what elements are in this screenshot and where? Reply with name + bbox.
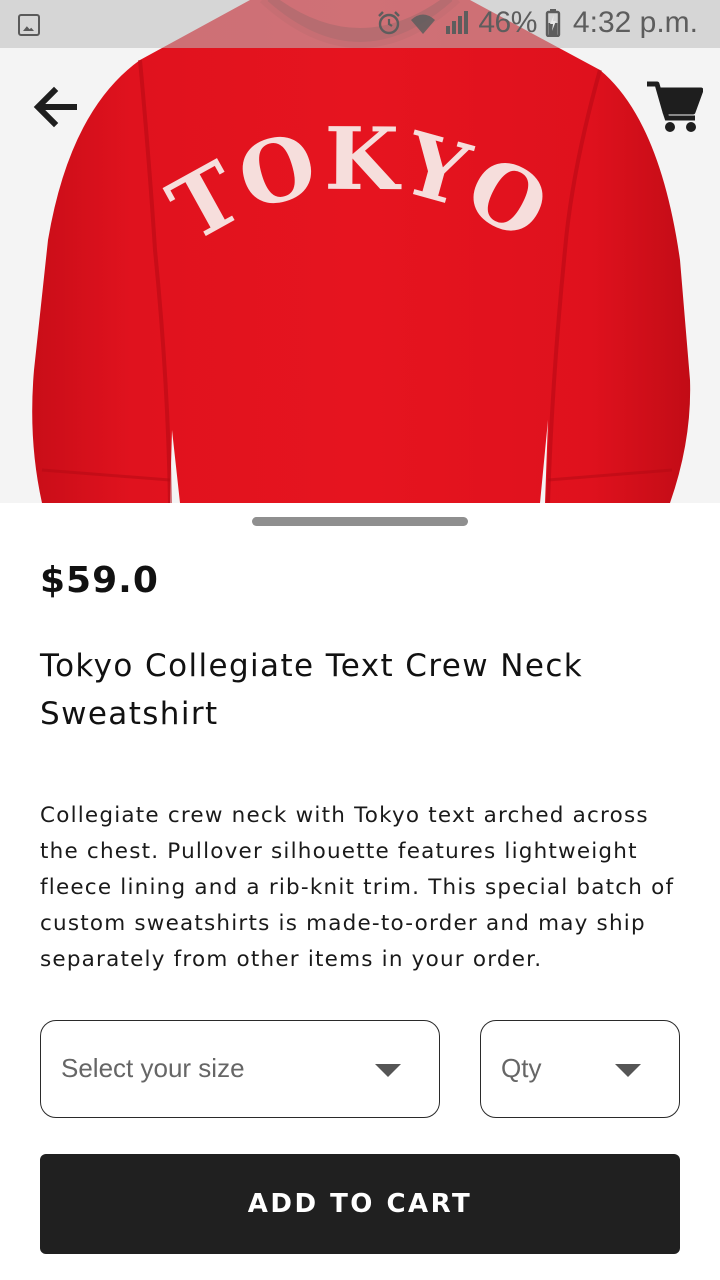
gallery-icon — [18, 14, 40, 36]
cart-button[interactable] — [645, 78, 704, 134]
size-select-label: Select your size — [61, 1053, 245, 1083]
qty-select[interactable]: Qty — [480, 1020, 680, 1118]
arrow-left-icon — [33, 86, 77, 128]
product-price: $59.0 — [40, 560, 159, 601]
caret-down-icon — [375, 1064, 401, 1077]
size-select[interactable]: Select your size — [40, 1020, 440, 1118]
sweatshirt-illustration: TOKYO — [32, 0, 691, 503]
product-image: TOKYO — [0, 0, 720, 503]
back-button[interactable] — [30, 82, 82, 132]
product-title: Tokyo Collegiate Text Crew Neck Sweatshi… — [40, 648, 584, 732]
clock: 4:32 p.m. — [572, 6, 698, 39]
wifi-icon — [411, 14, 436, 34]
caret-down-icon — [615, 1064, 641, 1077]
battery-percent: 46% — [478, 6, 537, 39]
add-to-cart-button[interactable]: ADD TO CART — [40, 1154, 680, 1254]
status-bar: 46% 4:32 p.m. — [0, 0, 720, 48]
product-description: Collegiate crew neck with Tokyo text arc… — [40, 803, 675, 972]
signal-icon — [446, 11, 469, 34]
battery-charging-icon — [545, 9, 561, 37]
shopping-cart-icon — [647, 81, 704, 132]
alarm-icon — [378, 11, 401, 35]
sheet-drag-handle[interactable] — [252, 517, 468, 526]
qty-select-label: Qty — [501, 1053, 542, 1083]
add-to-cart-label: ADD TO CART — [247, 1189, 473, 1219]
